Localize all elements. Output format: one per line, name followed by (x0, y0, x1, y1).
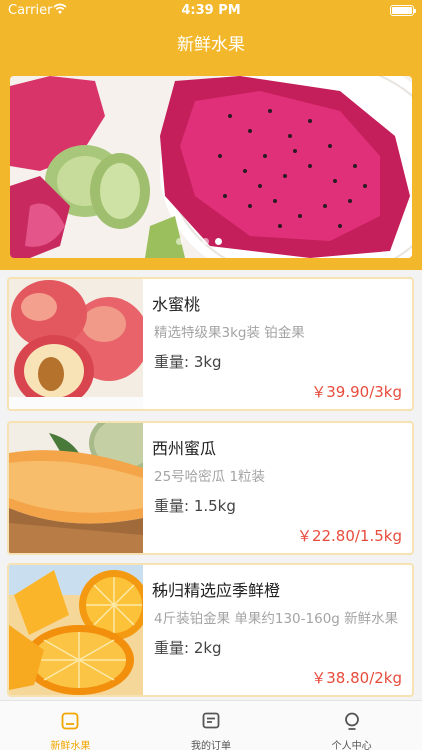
melon-image (9, 423, 143, 553)
product-card[interactable]: 秭归精选应季鲜橙 4斤装铂金果 单果约130-160g 新鲜水果 重量: 2kg… (7, 563, 414, 697)
product-description: 4斤装铂金果 单果约130-160g 新鲜水果 (154, 611, 399, 627)
banner-carousel[interactable] (10, 76, 412, 258)
product-name: 秭归精选应季鲜橙 (152, 581, 281, 600)
product-description: 精选特级果3kg装 铂金果 (154, 325, 305, 341)
status-time: 4:39 PM (181, 3, 241, 18)
orange-image (9, 565, 143, 695)
tab-label: 个人中心 (331, 741, 372, 750)
product-name: 水蜜桃 (152, 295, 201, 314)
carousel-dot[interactable] (189, 238, 196, 245)
product-description: 25号哈密瓜 1粒装 (154, 469, 266, 485)
carousel-dot[interactable] (202, 238, 209, 245)
product-price: ￥38.80/2kg (311, 669, 402, 687)
tab-fresh-fruit[interactable]: 新鲜水果 (0, 701, 141, 750)
tab-profile[interactable]: 个人中心 (281, 701, 422, 750)
header: Carrier 4:39 PM 新鲜水果 (0, 0, 422, 270)
battery-icon (390, 5, 416, 16)
tab-my-orders[interactable]: 我的订单 (141, 701, 282, 750)
product-card[interactable]: 西州蜜瓜 25号哈密瓜 1粒装 重量: 1.5kg ￥22.80/1.5kg (7, 421, 414, 555)
product-name: 西州蜜瓜 (152, 439, 217, 458)
status-bar: Carrier 4:39 PM (0, 0, 422, 22)
product-card[interactable]: 水蜜桃 精选特级果3kg装 铂金果 重量: 3kg ￥39.90/3kg (7, 277, 414, 411)
carousel-dot[interactable] (176, 238, 183, 245)
peach-image (9, 279, 143, 409)
page-title: 新鲜水果 (177, 35, 245, 55)
product-weight: 重量: 2kg (154, 639, 222, 657)
tab-label: 我的订单 (191, 741, 231, 750)
tab-bar: 新鲜水果 我的订单 个人中心 (0, 700, 422, 750)
product-weight: 重量: 1.5kg (154, 497, 236, 515)
product-price: ￥22.80/1.5kg (296, 527, 402, 545)
banner-image (10, 76, 412, 258)
orders-icon (202, 712, 220, 729)
carousel-indicator[interactable] (176, 238, 222, 245)
home-icon (61, 712, 79, 730)
carousel-dot-active[interactable] (215, 238, 222, 245)
product-price: ￥39.90/3kg (311, 383, 402, 401)
product-list[interactable]: 水蜜桃 精选特级果3kg装 铂金果 重量: 3kg ￥39.90/3kg 西州蜜… (0, 270, 422, 700)
tab-label: 新鲜水果 (50, 741, 91, 750)
profile-icon (344, 712, 359, 730)
product-weight: 重量: 3kg (154, 353, 222, 371)
